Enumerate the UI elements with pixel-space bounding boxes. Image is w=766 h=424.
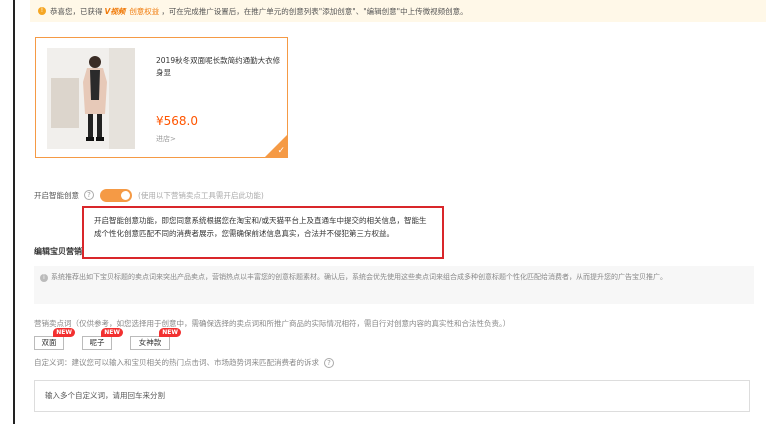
custom-words-input[interactable]: 输入多个自定义词，请用回车来分割 bbox=[34, 380, 750, 412]
product-title: 2019秋冬双面呢长款简约通勤大衣修身显 bbox=[156, 56, 281, 77]
new-badge: NEW bbox=[53, 328, 75, 337]
v-video-logo: V视频 bbox=[104, 6, 126, 16]
new-badge: NEW bbox=[101, 328, 123, 337]
smart-creative-row: 开启智能创意 ? (使用以下营销卖点工具需开启此功能) bbox=[34, 188, 264, 202]
product-image bbox=[47, 48, 135, 149]
smart-creative-toggle[interactable] bbox=[100, 188, 132, 202]
smart-creative-tooltip: 开启智能创意功能，即您同意系统根据您在淘宝和/或天猫平台上及直通车中提交的相关信… bbox=[82, 206, 444, 259]
info-text: 系统推荐出如下宝贝标题的卖点词来突出产品卖点，营销热点以丰富您的创意标题素材。确… bbox=[51, 273, 667, 281]
info-circle-icon: i bbox=[40, 274, 48, 282]
tag-item[interactable]: 女神款 NEW bbox=[130, 328, 181, 350]
help-icon[interactable]: ? bbox=[84, 190, 94, 200]
custom-words-text: 自定义词：建议您可以输入和宝贝相关的热门点击词、市场趋势词来匹配消费者的诉求 bbox=[34, 358, 319, 367]
product-price: ¥568.0 bbox=[156, 114, 198, 128]
product-card[interactable]: 2019秋冬双面呢长款简约通勤大衣修身显 ¥568.0 进店> ✓ bbox=[35, 37, 288, 158]
shop-link[interactable]: 进店> bbox=[156, 134, 176, 144]
notice-banner: ! 恭喜您，已获得 V视频 创意权益 ，可在完成推广设置后，在推广单元的创意列表… bbox=[30, 0, 766, 22]
info-box: i 系统推荐出如下宝贝标题的卖点词来突出产品卖点，营销热点以丰富您的创意标题素材。… bbox=[34, 266, 754, 304]
toggle-knob bbox=[121, 190, 130, 200]
custom-words-label: 自定义词：建议您可以输入和宝贝相关的热门点击词、市场趋势词来匹配消费者的诉求 ? bbox=[34, 357, 334, 368]
left-edge-border bbox=[13, 0, 15, 424]
tag-item[interactable]: 呢子 NEW bbox=[82, 328, 123, 350]
notice-suffix: ，可在完成推广设置后，在推广单元的创意列表"添加创意"、"编辑创意"中上传微视频… bbox=[161, 6, 468, 16]
info-icon: ! bbox=[38, 7, 46, 15]
tag-item[interactable]: 双面 NEW bbox=[34, 328, 75, 350]
creative-rights-link[interactable]: 创意权益 bbox=[129, 6, 159, 17]
notice-prefix: 恭喜您，已获得 bbox=[50, 6, 103, 16]
tag-label: 双面 bbox=[41, 338, 57, 347]
tag-label: 女神款 bbox=[138, 338, 162, 347]
check-icon: ✓ bbox=[277, 146, 285, 156]
tag-label: 呢子 bbox=[89, 338, 105, 347]
help-icon[interactable]: ? bbox=[324, 357, 334, 368]
new-badge: NEW bbox=[159, 328, 181, 337]
smart-creative-hint: (使用以下营销卖点工具需开启此功能) bbox=[138, 190, 264, 200]
smart-creative-label: 开启智能创意 bbox=[34, 190, 79, 200]
